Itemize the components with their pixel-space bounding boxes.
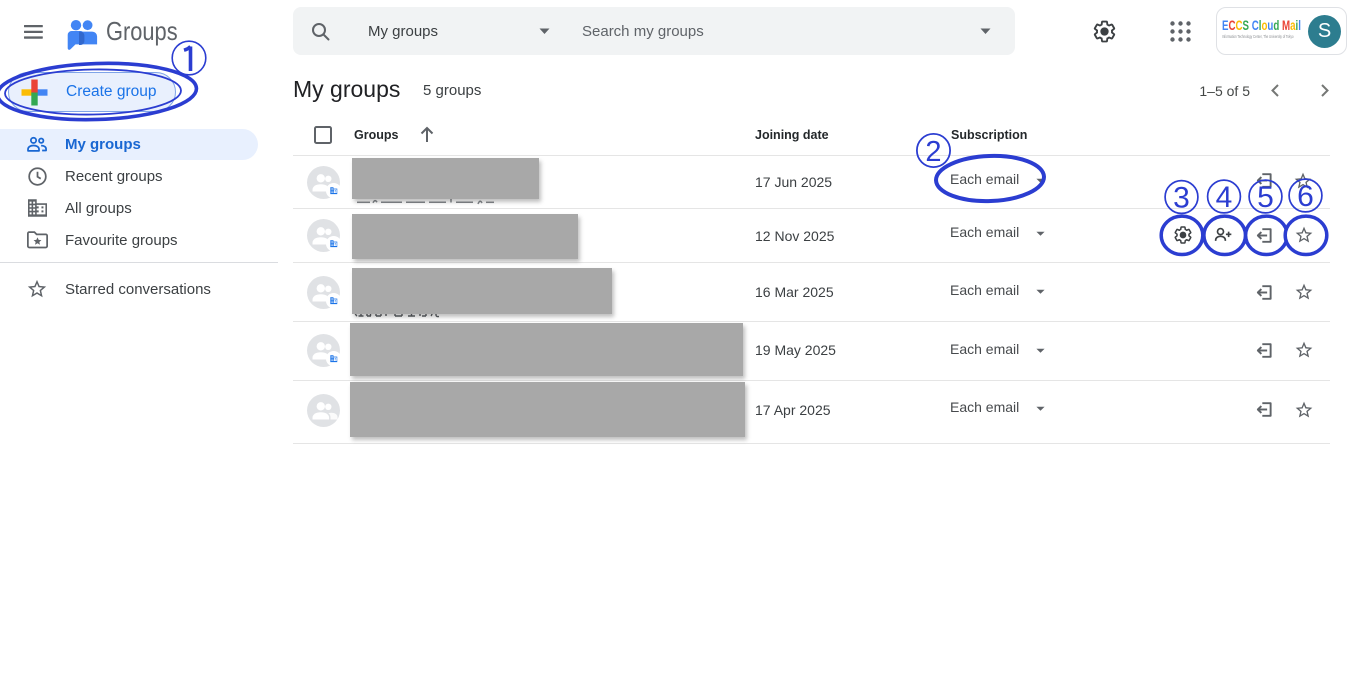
svg-text:2: 2 — [925, 136, 941, 168]
